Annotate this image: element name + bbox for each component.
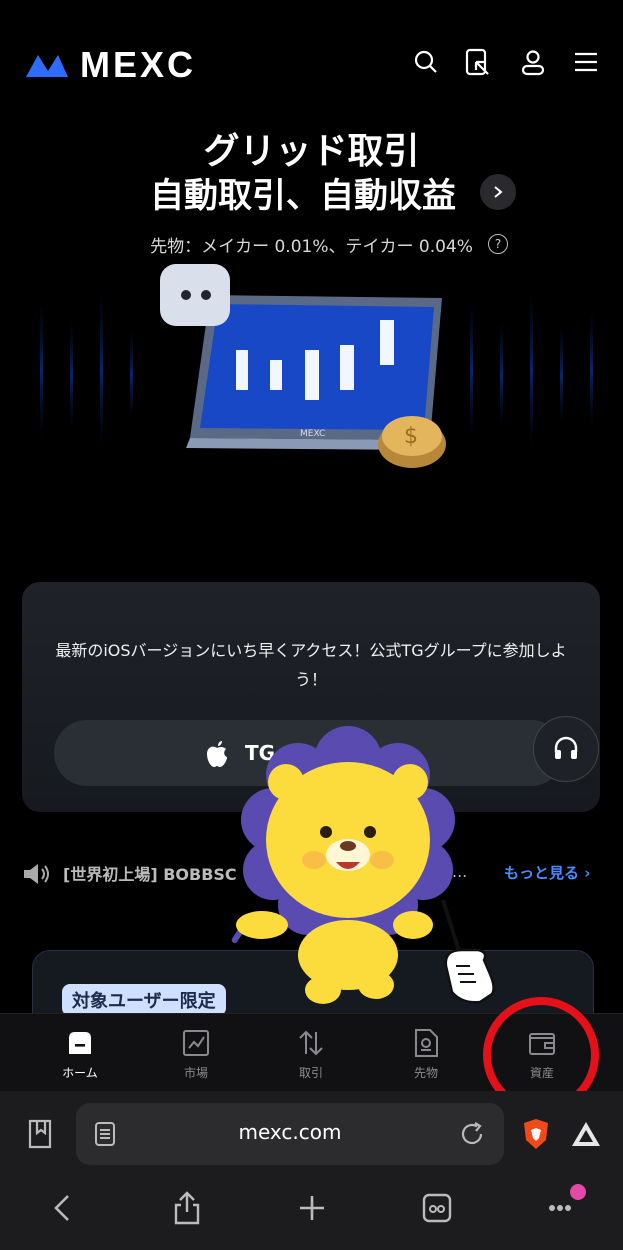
home-icon (69, 1032, 91, 1054)
svg-text:$: $ (404, 424, 418, 449)
hero-illustration: MEXC $ (40, 264, 593, 468)
nav-market-label: 市場 (183, 1066, 208, 1080)
scan-icon[interactable] (464, 48, 492, 76)
speaker-icon (24, 864, 49, 884)
nav-market[interactable]: 市場 (151, 1028, 241, 1081)
nav-home-label: ホーム (62, 1066, 98, 1080)
pointing-hand-icon (444, 948, 495, 1004)
menu-icon[interactable] (572, 48, 600, 76)
more-menu-icon[interactable] (546, 1182, 590, 1222)
new-tab-icon[interactable] (296, 1192, 328, 1224)
brand-name: MEXC (80, 44, 197, 85)
see-more-label: もっと見る (504, 864, 580, 882)
chevron-right-icon: › (584, 864, 591, 882)
headset-icon (554, 736, 578, 759)
tabs-icon[interactable] (421, 1192, 453, 1224)
nav-trade-label: 取引 (298, 1066, 323, 1080)
brave-shield-icon[interactable] (521, 1118, 551, 1150)
trade-arrows-icon (299, 1030, 323, 1056)
promo-text: 最新のiOSバージョンにいち早くアクセス！公式TGグループに参加しよう！ (55, 641, 567, 689)
search-icon[interactable] (412, 48, 440, 76)
hero-subtitle: 自動取引、自動収益 (150, 176, 456, 216)
support-button[interactable] (533, 716, 599, 782)
lion-mascot-sticker (231, 726, 468, 1004)
rewards-triangle-icon[interactable] (570, 1120, 602, 1148)
nav-futures-label: 先物 (413, 1066, 438, 1080)
bookmarks-icon[interactable] (24, 1118, 56, 1150)
apple-icon (207, 741, 227, 767)
limited-badge: 対象ユーザー限定 (62, 984, 226, 1016)
reader-mode-icon[interactable] (94, 1122, 116, 1146)
chevron-right-icon (494, 186, 503, 198)
mexc-logo[interactable]: MEXC (24, 44, 196, 86)
chart-icon (183, 1030, 209, 1056)
hero-arrow-button[interactable] (480, 174, 516, 210)
announcement-text[interactable]: [世界初上場] BOBBSC (63, 861, 237, 885)
share-icon[interactable] (172, 1190, 202, 1226)
nav-trade[interactable]: 取引 (266, 1028, 356, 1081)
nav-futures[interactable]: 先物 (381, 1028, 471, 1081)
hero-title: グリッド取引 (203, 131, 420, 172)
see-more-link[interactable]: もっと見る › (504, 862, 590, 883)
mexc-logo-icon (26, 55, 68, 77)
back-icon[interactable] (50, 1192, 76, 1224)
url-text: mexc.com (238, 1120, 342, 1144)
nav-home[interactable]: ホーム (35, 1028, 125, 1081)
reload-icon[interactable] (458, 1120, 486, 1148)
futures-doc-icon (415, 1029, 438, 1057)
user-icon[interactable] (519, 48, 547, 76)
monitor-brand-text: MEXC (300, 429, 325, 439)
